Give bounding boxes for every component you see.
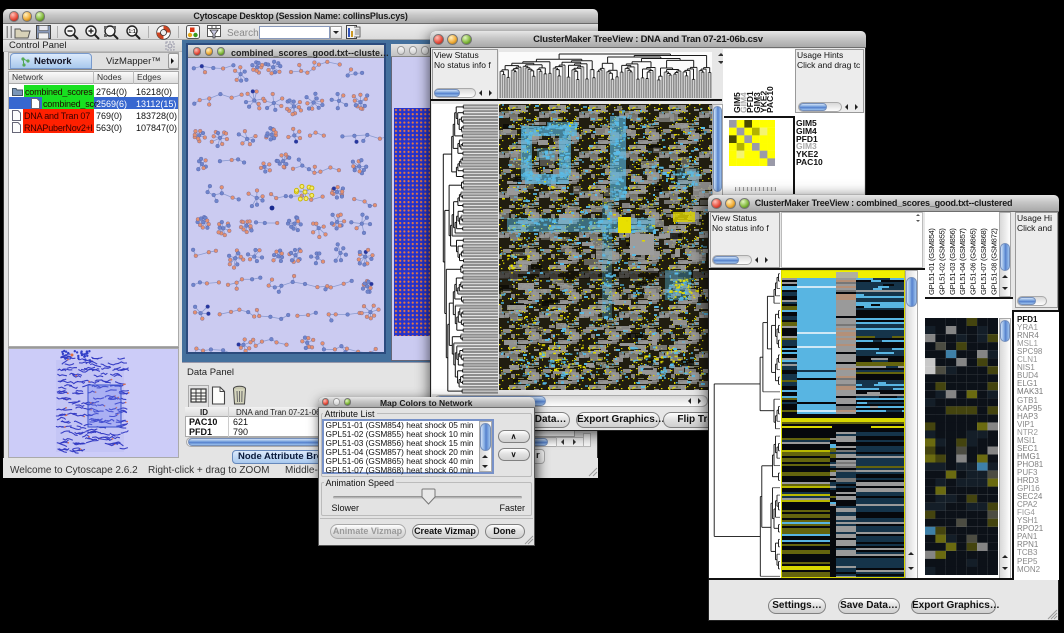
svg-text:GPL51-03 (GSM856): GPL51-03 (GSM856) [948,228,957,295]
svg-text:GPL51-02 (GSM855): GPL51-02 (GSM855) [937,228,946,295]
svg-text:GPL51-08 (GSM872): GPL51-08 (GSM872) [989,228,998,295]
svg-text:PAC10: PAC10 [765,86,775,113]
svg-text:GPL51-04 (GSM857): GPL51-04 (GSM857) [958,228,967,295]
svg-text:GPL51-06 (GSM865): GPL51-06 (GSM865) [969,228,978,295]
svg-text:GPL51-07 (GSM868): GPL51-07 (GSM868) [979,228,988,295]
svg-text:GPL51-01 (GSM854): GPL51-01 (GSM854) [927,228,936,295]
svg-text:1:1: 1:1 [128,29,135,35]
